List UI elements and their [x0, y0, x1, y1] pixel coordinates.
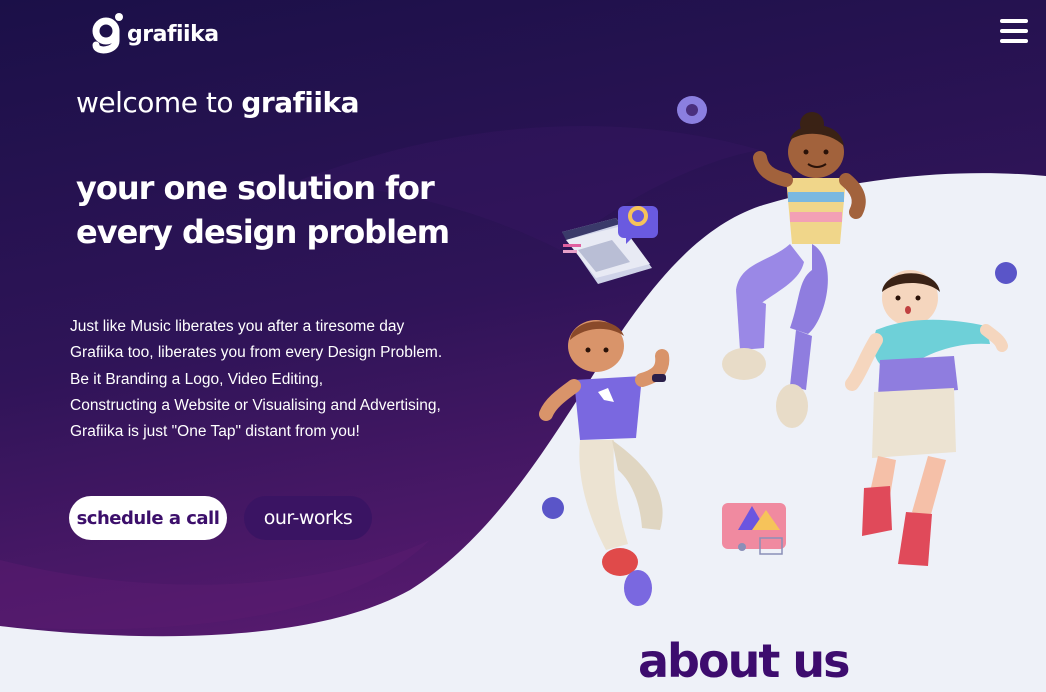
brand-name: grafiika — [127, 21, 219, 47]
description-line: Grafiika too, liberates you from every D… — [70, 344, 443, 362]
our-works-button[interactable]: our-works — [244, 496, 372, 540]
description-line: Just like Music liberates you after a ti… — [70, 318, 405, 335]
brand-logo[interactable]: grafiika — [92, 11, 219, 55]
about-us-heading: about us — [638, 634, 850, 688]
headline-line: every design problem — [76, 213, 450, 251]
menu-bar — [1000, 19, 1028, 23]
headline-line: your one solution for — [76, 169, 435, 207]
description-line: Constructing a Website or Visualising an… — [70, 396, 441, 414]
welcome-brand: grafiika — [241, 86, 359, 119]
menu-bar — [1000, 39, 1028, 43]
menu-bar — [1000, 29, 1028, 33]
welcome-prefix: welcome to — [76, 86, 242, 119]
site-header: grafiika — [0, 0, 1046, 66]
description-line: Be it Branding a Logo, Video Editing, — [70, 370, 324, 388]
hero-headline: your one solution for every design probl… — [76, 166, 450, 254]
schedule-call-button[interactable]: schedule a call — [69, 496, 227, 540]
description-line: Grafiika is just "One Tap" distant from … — [70, 423, 360, 441]
logo-g-icon — [92, 13, 123, 54]
welcome-heading: welcome to grafiika — [76, 86, 359, 119]
hero-description: Just like Music liberates you after a ti… — [70, 314, 442, 445]
hamburger-menu-icon[interactable] — [1000, 19, 1028, 43]
